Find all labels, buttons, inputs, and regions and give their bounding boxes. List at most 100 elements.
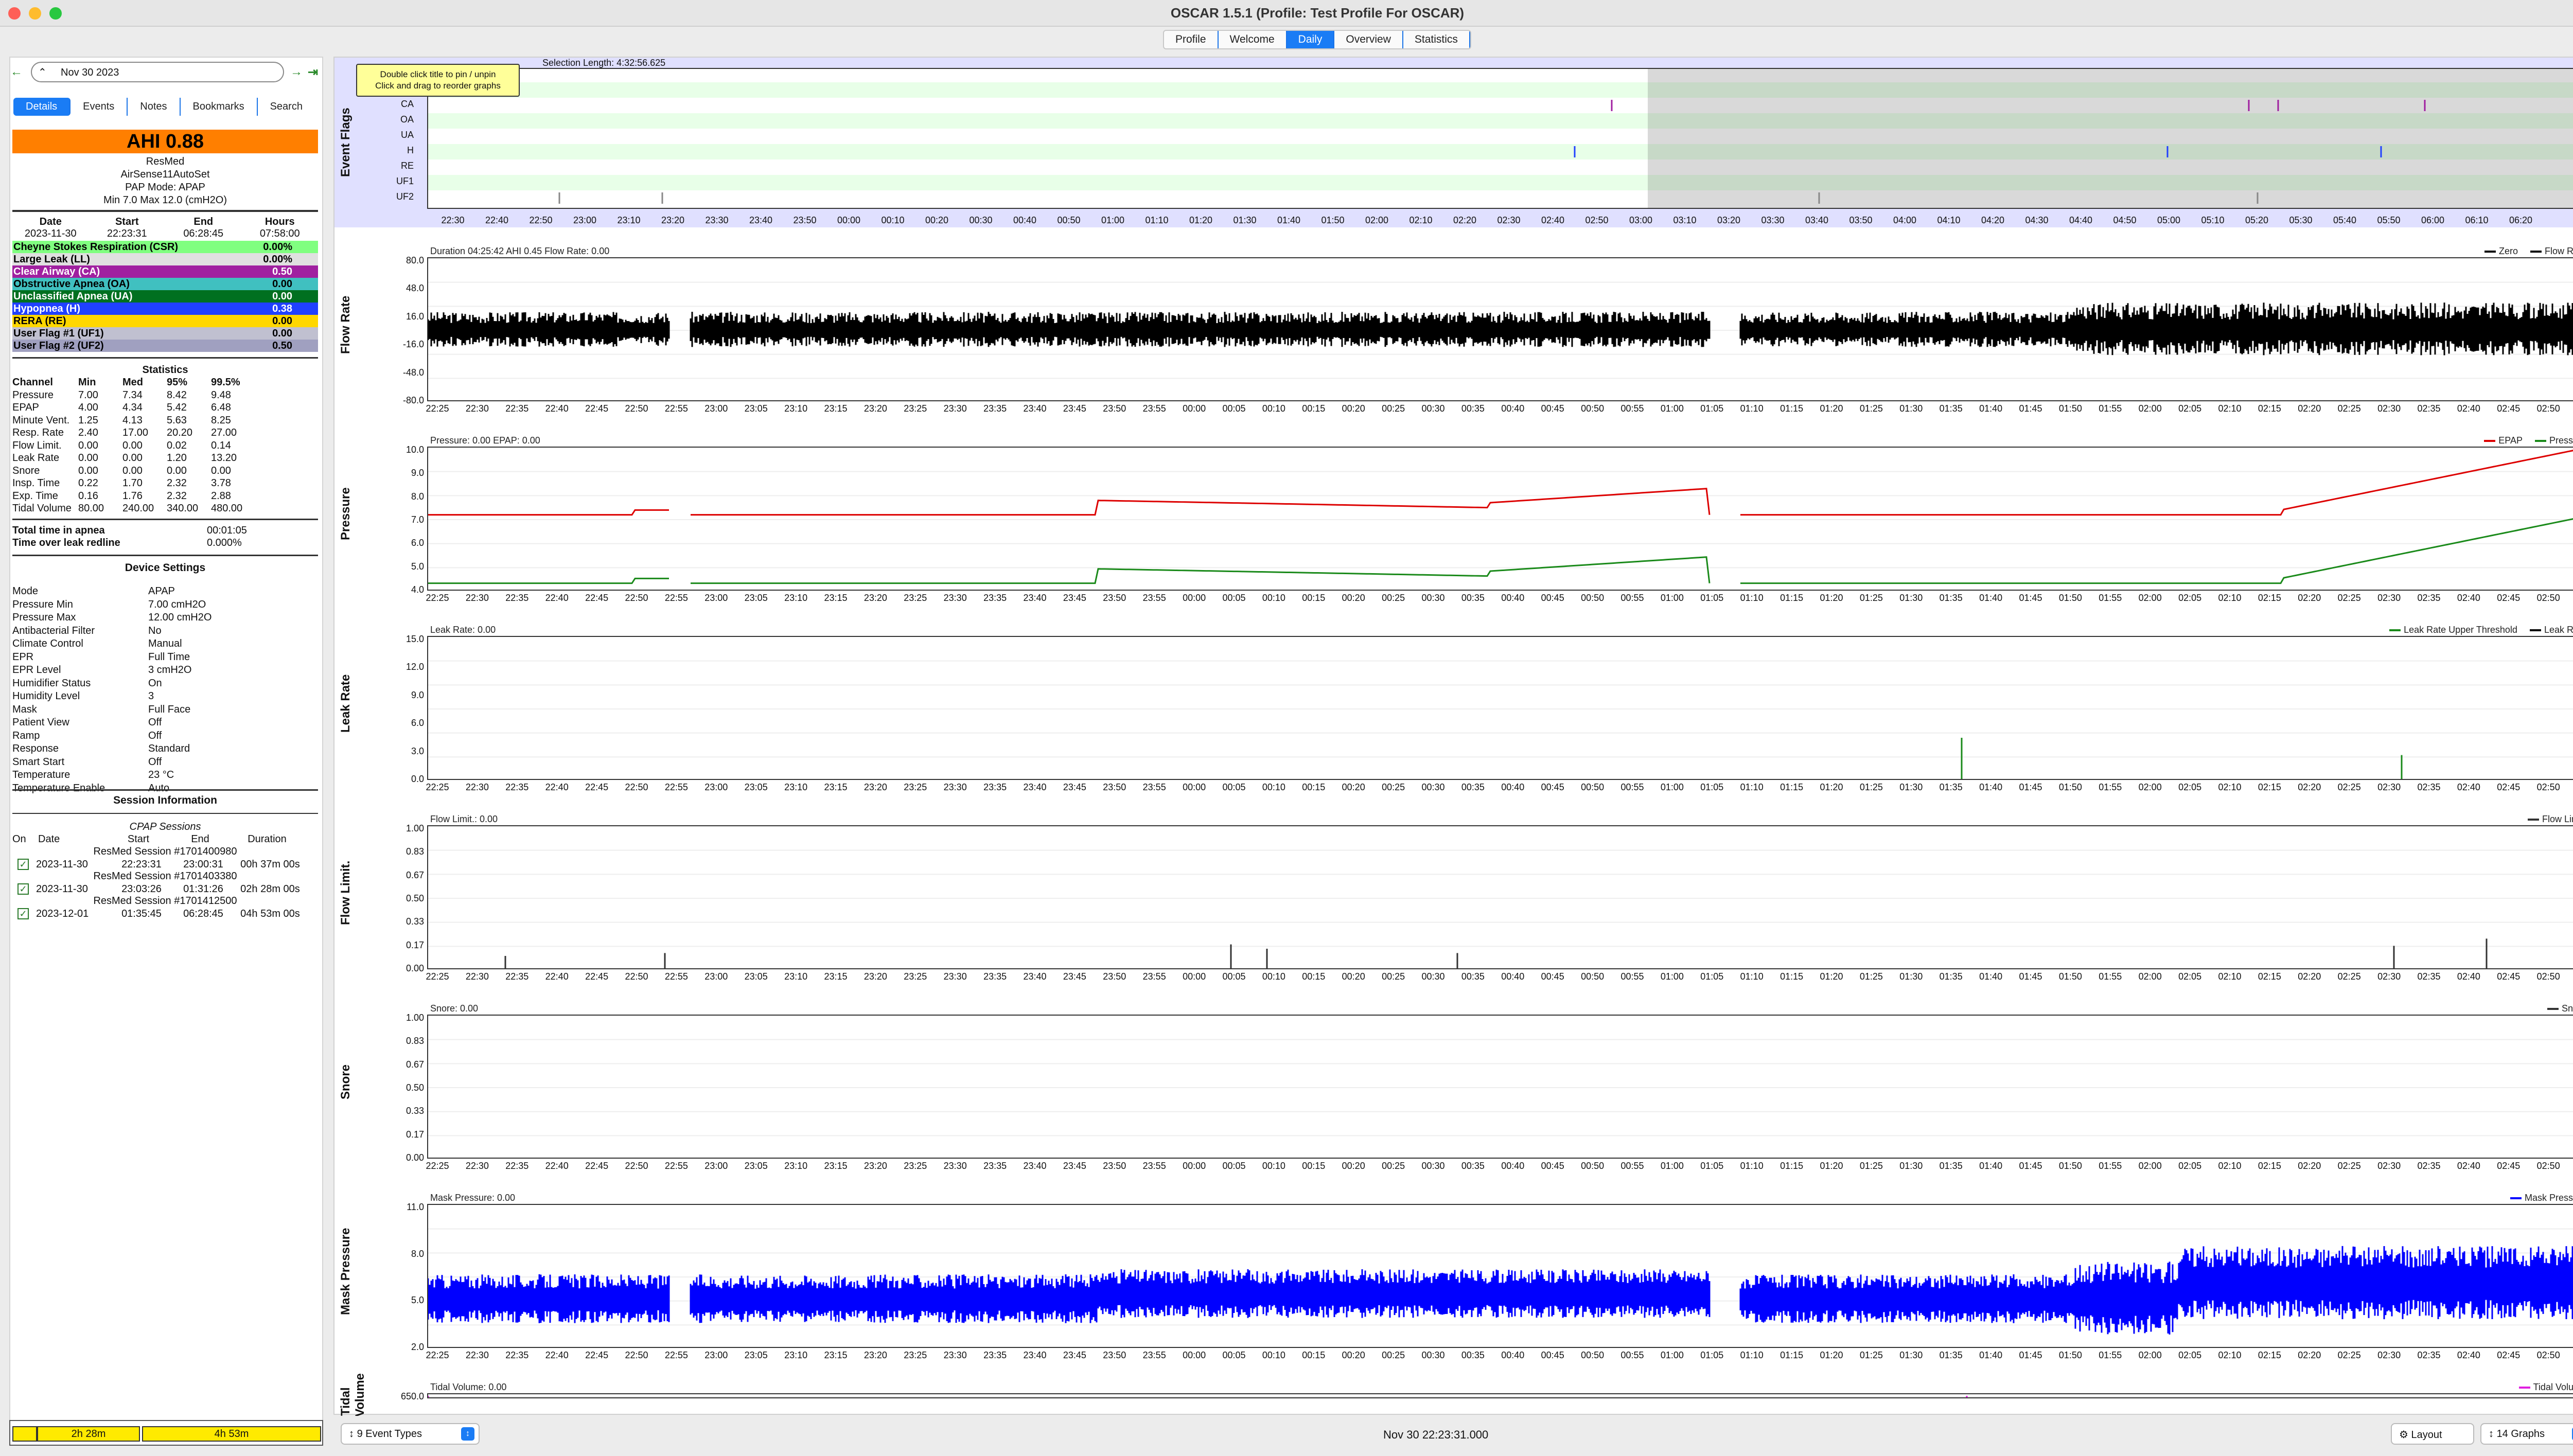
tab-notes[interactable]: Notes (128, 98, 181, 116)
event-index-row[interactable]: Clear Airway (CA) 0.50 (12, 265, 318, 278)
session-enabled-checkbox[interactable]: ✓ (17, 883, 29, 895)
session-segment[interactable]: 2h 28m (37, 1426, 140, 1442)
x-tick-label: 00:00 (1183, 1350, 1206, 1360)
event-index-row[interactable]: User Flag #1 (UF1) 0.00 (12, 327, 318, 340)
waveform-trace[interactable] (428, 1246, 2573, 1335)
event-index-row[interactable]: Obstructive Apnea (OA) 0.00 (12, 278, 318, 290)
event-index-row[interactable]: Unclassified Apnea (UA) 0.00 (12, 290, 318, 303)
last-day-arrow-icon[interactable]: ⇥ (308, 65, 318, 80)
x-tick-label: 23:50 (1103, 403, 1126, 414)
x-tick-label: 03:30 (1761, 215, 1785, 225)
event-index-row[interactable]: Cheyne Stokes Respiration (CSR) 0.00% (12, 241, 318, 253)
tab-welcome[interactable]: Welcome (1219, 31, 1287, 48)
graph-plot[interactable] (427, 1015, 2573, 1159)
graph-plot[interactable] (427, 257, 2573, 401)
session-segment[interactable]: 4h 53m (142, 1426, 321, 1442)
graph-plot[interactable] (427, 825, 2573, 969)
x-tick-label: 01:35 (1939, 1161, 1963, 1171)
x-tick-label: 22:45 (585, 1161, 609, 1171)
x-tick-label: 02:10 (2218, 1350, 2242, 1360)
event-flags-plot[interactable] (427, 68, 2573, 209)
session-row[interactable]: ✓ 2023-12-01 01:35:45 06:28:45 04h 53m 00s (12, 908, 318, 920)
x-tick-label: 00:15 (1302, 1161, 1326, 1171)
event-index-row[interactable]: Hypopnea (H) 0.38 (12, 303, 318, 315)
session-enabled-checkbox[interactable]: ✓ (17, 859, 29, 870)
setting-value: Full Face (148, 703, 191, 715)
tab-search[interactable]: Search (258, 98, 315, 116)
graph-title[interactable]: Flow Limit. (339, 818, 353, 967)
legend-swatch-icon (2547, 1008, 2559, 1010)
x-tick-label: 00:05 (1222, 593, 1246, 603)
graph-title[interactable]: Event Flags (339, 78, 353, 207)
setting-label: Response (12, 743, 59, 754)
stats-cell: EPAP (12, 402, 39, 413)
event-value: 0.00 (272, 315, 292, 327)
x-tick-label: 01:25 (1859, 403, 1883, 414)
stats-cell: 4.34 (122, 402, 143, 413)
event-index-row[interactable]: User Flag #2 (UF2) 0.50 (12, 340, 318, 352)
tab-profile[interactable]: Profile (1164, 31, 1219, 48)
total-value: 0.000% (207, 537, 242, 548)
x-tick-label: 23:15 (824, 403, 848, 414)
x-tick-label: 23:10 (784, 403, 808, 414)
tab-overview[interactable]: Overview (1334, 31, 1403, 48)
graph-flow-limit: Flow Limit. Flow Limit.: 0.00 Flow Limit. 1… (334, 813, 2573, 988)
col-date: Date (38, 833, 60, 845)
graphs-dropdown[interactable]: ↕ 14 Graphs ↕ (2480, 1423, 2573, 1445)
x-tick-label: 01:20 (1820, 593, 1843, 603)
device-settings-table: Mode APAP Pressure Min 7.00 cmH2O Pressure M… (12, 585, 318, 795)
event-index-row[interactable]: Large Leak (LL) 0.00% (12, 253, 318, 265)
calendar-toggle-icon[interactable]: ⌃ (38, 66, 47, 79)
tab-details[interactable]: Details (13, 98, 71, 116)
session-row[interactable]: ✓ 2023-11-30 23:03:26 01:31:26 02h 28m 00s (12, 883, 318, 895)
graph-plot[interactable] (427, 1393, 2573, 1398)
x-tick-label: 22:30 (441, 215, 465, 225)
event-types-dropdown[interactable]: ↕ 9 Event Types ↕ (341, 1423, 480, 1445)
date-picker[interactable]: ⌃ Nov 30 2023 (31, 62, 284, 82)
tab-daily[interactable]: Daily (1286, 31, 1335, 48)
device-summary: ResMed AirSense11AutoSet PAP Mode: APAP … (12, 155, 318, 207)
tab-statistics[interactable]: Statistics (1403, 31, 1470, 48)
x-tick-label: 01:10 (1740, 593, 1764, 603)
session-enabled-checkbox[interactable]: ✓ (17, 908, 29, 919)
event-index-row[interactable]: RERA (RE) 0.00 (12, 315, 318, 327)
session-end: 01:31:26 (183, 883, 223, 895)
x-tick-label: 23:30 (943, 1350, 967, 1360)
graph-title[interactable]: Flow Rate (339, 250, 353, 399)
graph-plot[interactable] (427, 1204, 2573, 1348)
x-tick-label: 01:05 (1700, 593, 1724, 603)
graph-title[interactable]: Tidal Volume (339, 1373, 367, 1417)
stats-cell: 0.00 (78, 439, 98, 451)
x-tick-label: 01:50 (2058, 593, 2082, 603)
session-name: ResMed Session #1701400980 (93, 846, 237, 857)
stats-cell: 0.14 (211, 439, 231, 451)
x-tick-label: 23:55 (1142, 1350, 1166, 1360)
apnea-totals: Total time in apnea 00:01:05 Time over lea… (12, 525, 318, 549)
tab-bookmarks[interactable]: Bookmarks (181, 98, 258, 116)
pressure-trace[interactable] (428, 448, 2573, 516)
x-tick-label: 02:05 (2178, 782, 2202, 792)
y-tick-label: 6.0 (411, 538, 424, 548)
session-segment[interactable] (12, 1426, 37, 1442)
stats-cell: 1.76 (122, 490, 143, 502)
x-tick-label: 23:35 (983, 782, 1007, 792)
graph-title[interactable]: Pressure (339, 439, 353, 589)
next-day-arrow-icon[interactable]: → (290, 65, 303, 79)
previous-day-arrow-icon[interactable]: ← (10, 65, 23, 79)
divider (12, 555, 318, 556)
layout-button[interactable]: ⚙ Layout (2391, 1423, 2474, 1445)
tab-events[interactable]: Events (71, 98, 128, 116)
waveform-trace[interactable] (428, 303, 2573, 356)
graph-title[interactable]: Leak Rate (339, 629, 353, 778)
graph-title[interactable]: Mask Pressure (339, 1197, 353, 1346)
graph-title[interactable]: Snore (339, 1007, 353, 1157)
epap-trace[interactable] (428, 516, 2573, 584)
x-tick-label: 23:45 (1063, 1161, 1086, 1171)
x-tick-label: 23:20 (863, 782, 887, 792)
setting-row: Ramp Off (12, 730, 318, 743)
setting-label: Climate Control (12, 638, 83, 649)
x-tick-label: 01:40 (1277, 215, 1301, 225)
graph-plot[interactable] (427, 447, 2573, 591)
graph-plot[interactable] (427, 636, 2573, 780)
session-row[interactable]: ✓ 2023-11-30 22:23:31 23:00:31 00h 37m 00s (12, 858, 318, 871)
